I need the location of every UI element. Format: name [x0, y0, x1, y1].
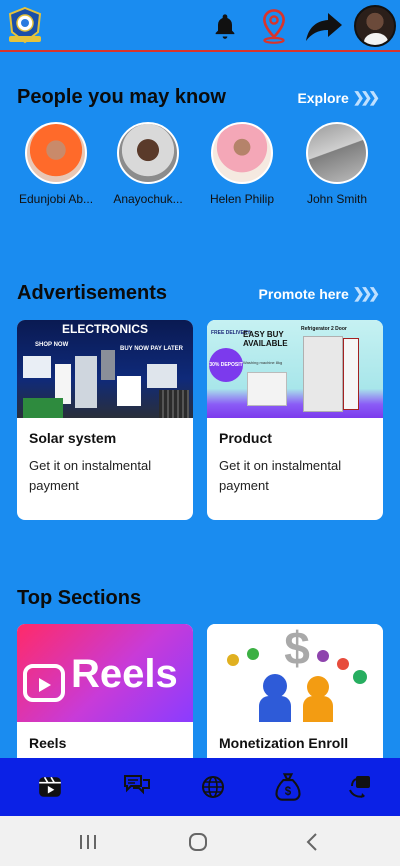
- ads-section-title: Advertisements: [17, 282, 168, 304]
- chevrons-right-icon: ❯❯❯: [352, 89, 380, 105]
- ad-image: FREE DELIVERY EASY BUY AVAILABLE 30% DEP…: [207, 320, 383, 418]
- bell-icon[interactable]: [205, 6, 245, 46]
- reels-card[interactable]: Reels Reels: [17, 624, 193, 764]
- solar-panel-shape: [159, 390, 189, 418]
- svg-text:$: $: [285, 786, 292, 798]
- ad-description: Get it on instalmental payment: [219, 458, 342, 493]
- figure-shape: [337, 658, 349, 670]
- share-arrow-icon[interactable]: [304, 6, 344, 46]
- top-sections-title: Top Sections: [17, 587, 142, 609]
- person-avatar: [117, 122, 179, 184]
- person-card[interactable]: Helen Philip: [197, 122, 287, 206]
- banner-label: Refrigerator 2 Door: [301, 326, 347, 332]
- figure-shape: [353, 670, 367, 684]
- appliance-shape: [101, 350, 115, 380]
- monetization-image: $: [207, 624, 383, 722]
- figure-shape: [317, 650, 329, 662]
- section-card-title: Monetization Enroll: [219, 735, 349, 751]
- chevrons-right-icon: ❯❯❯: [352, 285, 380, 301]
- home-icon[interactable]: [186, 830, 210, 854]
- chat-icon[interactable]: [122, 772, 152, 802]
- default-avatar-icon: [306, 122, 368, 184]
- figure-shape: [247, 648, 259, 660]
- deposit-badge: 30% DEPOSIT: [209, 348, 243, 382]
- banner-headline: EASY BUY AVAILABLE: [243, 330, 288, 348]
- person-avatar: [25, 122, 87, 184]
- ad-card[interactable]: ELECTRONICS SHOP NOW BUY NOW PAY LATER S…: [17, 320, 193, 520]
- washing-machine-shape: [247, 372, 287, 406]
- banner-tag: SHOP NOW: [35, 342, 69, 348]
- figure-shape: [307, 676, 329, 698]
- ad-card[interactable]: FREE DELIVERY EASY BUY AVAILABLE 30% DEP…: [207, 320, 383, 520]
- person-name: Helen Philip: [209, 192, 275, 206]
- person-avatar: [211, 122, 273, 184]
- people-section-title: People you may know: [17, 86, 226, 108]
- top-bar: [0, 0, 400, 52]
- money-bag-icon[interactable]: $: [273, 772, 303, 802]
- monetization-card[interactable]: $ Monetization Enroll: [207, 624, 383, 764]
- figure-shape: [263, 674, 287, 698]
- explore-link[interactable]: Explore ❯❯❯: [297, 89, 380, 106]
- promote-link[interactable]: Promote here ❯❯❯: [258, 285, 380, 302]
- person-card[interactable]: John Smith: [292, 122, 382, 206]
- explore-label: Explore: [297, 89, 349, 106]
- ad-title: Product: [219, 430, 272, 446]
- ad-image: ELECTRONICS SHOP NOW BUY NOW PAY LATER: [17, 320, 193, 418]
- person-name: Anayochuk...: [113, 192, 183, 206]
- profile-avatar[interactable]: [354, 5, 396, 47]
- banner-headline: ELECTRONICS: [61, 322, 148, 336]
- recent-apps-icon[interactable]: [76, 830, 100, 854]
- fridge-door-shape: [343, 338, 359, 410]
- figure-shape: [303, 696, 333, 722]
- globe-icon[interactable]: [198, 772, 228, 802]
- reels-icon[interactable]: [35, 772, 65, 802]
- generator-shape: [23, 398, 63, 418]
- appliance-shape: [117, 376, 141, 406]
- back-icon[interactable]: [300, 830, 324, 854]
- reels-image: Reels: [17, 624, 193, 722]
- person-card[interactable]: Anayochuk...: [103, 122, 193, 206]
- logo-emblem-icon[interactable]: [6, 6, 44, 46]
- exchange-icon[interactable]: [347, 772, 377, 802]
- dollar-icon: $: [284, 624, 310, 674]
- promote-label: Promote here: [258, 285, 349, 302]
- section-card-title: Reels: [29, 735, 67, 751]
- banner-tag: BUY NOW PAY LATER: [119, 346, 183, 352]
- appliance-shape: [23, 356, 51, 378]
- location-pin-icon[interactable]: [254, 6, 294, 46]
- system-nav-bar: [0, 816, 400, 866]
- appliance-shape: [75, 356, 97, 408]
- appliance-shape: [147, 364, 177, 388]
- people-list: Edunjobi Ab... Anayochuk... Helen Philip…: [0, 122, 400, 212]
- person-card[interactable]: Edunjobi Ab...: [11, 122, 101, 206]
- reels-logo-icon: [23, 664, 65, 702]
- ad-description: Get it on instalmental payment: [29, 458, 152, 493]
- figure-shape: [227, 654, 239, 666]
- figure-shape: [259, 696, 291, 722]
- reels-image-text: Reels: [71, 652, 178, 696]
- fridge-shape: [303, 336, 343, 412]
- bottom-nav: $: [0, 758, 400, 816]
- banner-label: Washing machine 8kg: [243, 360, 283, 365]
- person-name: Edunjobi Ab...: [18, 192, 94, 206]
- ad-title: Solar system: [29, 430, 117, 446]
- person-name: John Smith: [306, 192, 368, 206]
